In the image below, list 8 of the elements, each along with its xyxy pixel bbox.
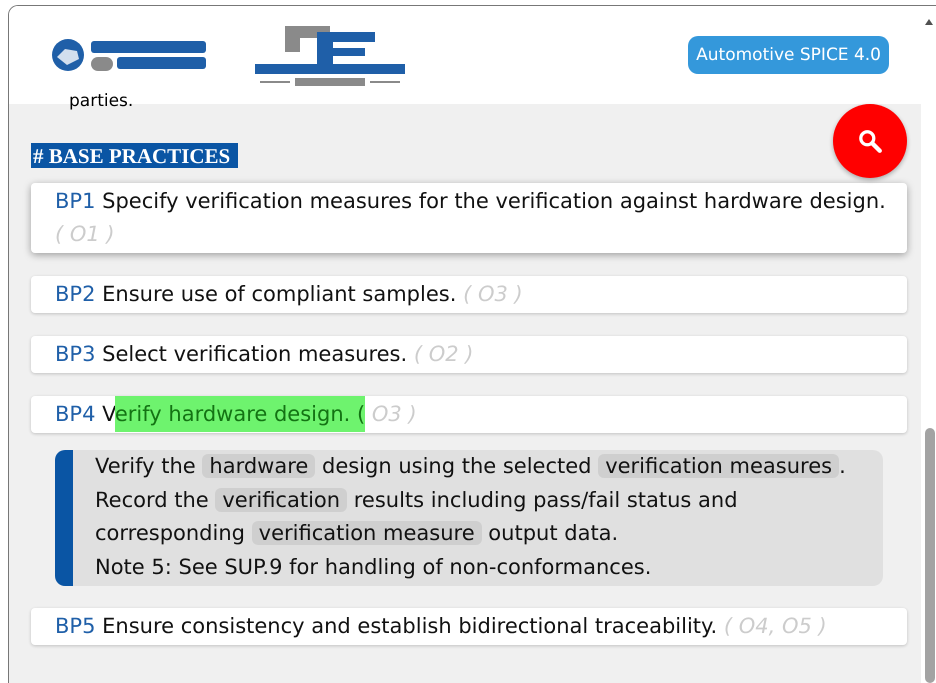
search-button[interactable]	[833, 104, 907, 178]
description-text: Verify the hardware design using the selected verification measures . Record the verification results including pass/fail status and corresponding verification measure output data.	[95, 453, 847, 547]
up-arrow-icon[interactable]	[924, 18, 934, 26]
note-text: Note 5: See SUP.9 for handling of non-conformances.	[95, 554, 652, 580]
body-text: parties.	[69, 94, 134, 108]
scrollbar-thumb[interactable]	[925, 428, 935, 683]
search-icon[interactable]	[857, 128, 883, 154]
section-heading: # BASE PRACTICES	[31, 143, 238, 168]
